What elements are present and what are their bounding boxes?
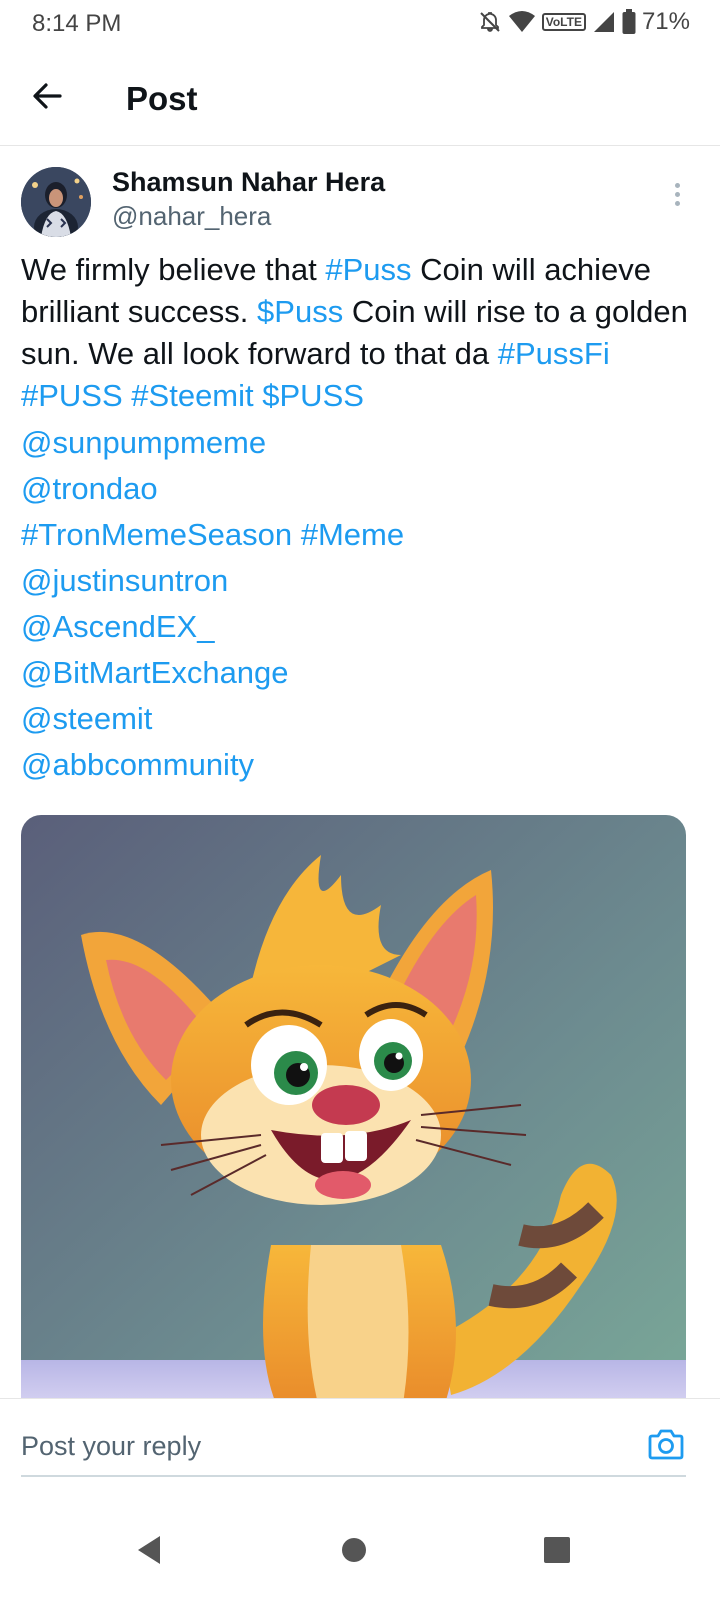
nav-home-icon [342, 1538, 366, 1562]
signal-icon [593, 12, 614, 32]
mention-line: @justinsuntron [21, 558, 701, 604]
status-icons: VoLTE 71% [478, 8, 690, 36]
hashtag-line: #TronMemeSeason #Meme [21, 512, 701, 558]
hashtag-pussfi[interactable]: #PussFi [498, 336, 610, 371]
more-dot [674, 201, 680, 206]
mention-line: @AscendEX_ [21, 604, 701, 650]
nav-back-icon [138, 1536, 160, 1564]
battery-percent: 71% [641, 8, 690, 35]
mention-justinsuntron[interactable]: @justinsuntron [21, 563, 228, 598]
arrow-left-icon [33, 83, 62, 109]
post-media-image[interactable] [21, 815, 686, 1415]
mention-line: @BitMartExchange [21, 650, 701, 696]
mention-line: @steemit [21, 696, 701, 742]
wifi-icon [508, 11, 535, 32]
camera-button[interactable] [648, 1427, 684, 1461]
author-handle[interactable]: @nahar_hera [112, 201, 271, 232]
mention-line: @abbcommunity [21, 742, 701, 788]
more-options-button[interactable] [672, 183, 682, 213]
cashtag-puss[interactable]: $Puss [257, 294, 343, 329]
mention-line: @sunpumpmeme [21, 420, 701, 466]
reply-input[interactable]: Post your reply [21, 1425, 686, 1477]
more-dot [674, 183, 680, 188]
bell-off-icon [480, 12, 500, 32]
hashtag-tronmemeseason[interactable]: #TronMemeSeason [21, 517, 292, 552]
nav-back-button[interactable] [130, 1530, 170, 1570]
mention-sunpumpmeme[interactable]: @sunpumpmeme [21, 425, 266, 460]
avatar[interactable] [21, 167, 91, 237]
back-button[interactable] [28, 76, 68, 116]
battery-icon [622, 9, 636, 34]
post-text: We firmly believe that #Puss Coin will a… [21, 249, 701, 788]
hashtag-meme[interactable]: #Meme [301, 517, 404, 552]
post-text-segment: We firmly believe that [21, 252, 326, 287]
nav-home-button[interactable] [334, 1530, 374, 1570]
nav-recents-icon [544, 1537, 570, 1563]
status-time: 8:14 PM [32, 10, 122, 37]
mention-bitmartexchange[interactable]: @BitMartExchange [21, 655, 289, 690]
hashtag-puss[interactable]: #Puss [325, 252, 411, 287]
status-bar: 8:14 PM VoLTE 71% [0, 0, 720, 50]
hashtag-steemit[interactable]: #Steemit [131, 378, 253, 413]
mention-line: @trondao [21, 466, 701, 512]
nav-recents-button[interactable] [537, 1530, 577, 1570]
volte-badge: VoLTE [541, 13, 586, 31]
mention-steemit[interactable]: @steemit [21, 701, 152, 736]
cartoon-cat-image [21, 815, 686, 1415]
mention-trondao[interactable]: @trondao [21, 471, 158, 506]
system-nav-bar [0, 1500, 720, 1600]
cashtag-puss-caps[interactable]: $PUSS [262, 378, 364, 413]
reply-bar: Post your reply [0, 1398, 720, 1500]
page-title: Post [126, 80, 198, 117]
mention-abbcommunity[interactable]: @abbcommunity [21, 747, 254, 782]
author-name[interactable]: Shamsun Nahar Hera [112, 167, 385, 198]
header-bar: Post [0, 50, 720, 146]
mention-ascendex[interactable]: @AscendEX_ [21, 609, 214, 644]
avatar-image [21, 167, 91, 237]
camera-icon [648, 1429, 684, 1460]
more-dot [674, 192, 680, 197]
hashtag-puss-caps[interactable]: #PUSS [21, 378, 123, 413]
